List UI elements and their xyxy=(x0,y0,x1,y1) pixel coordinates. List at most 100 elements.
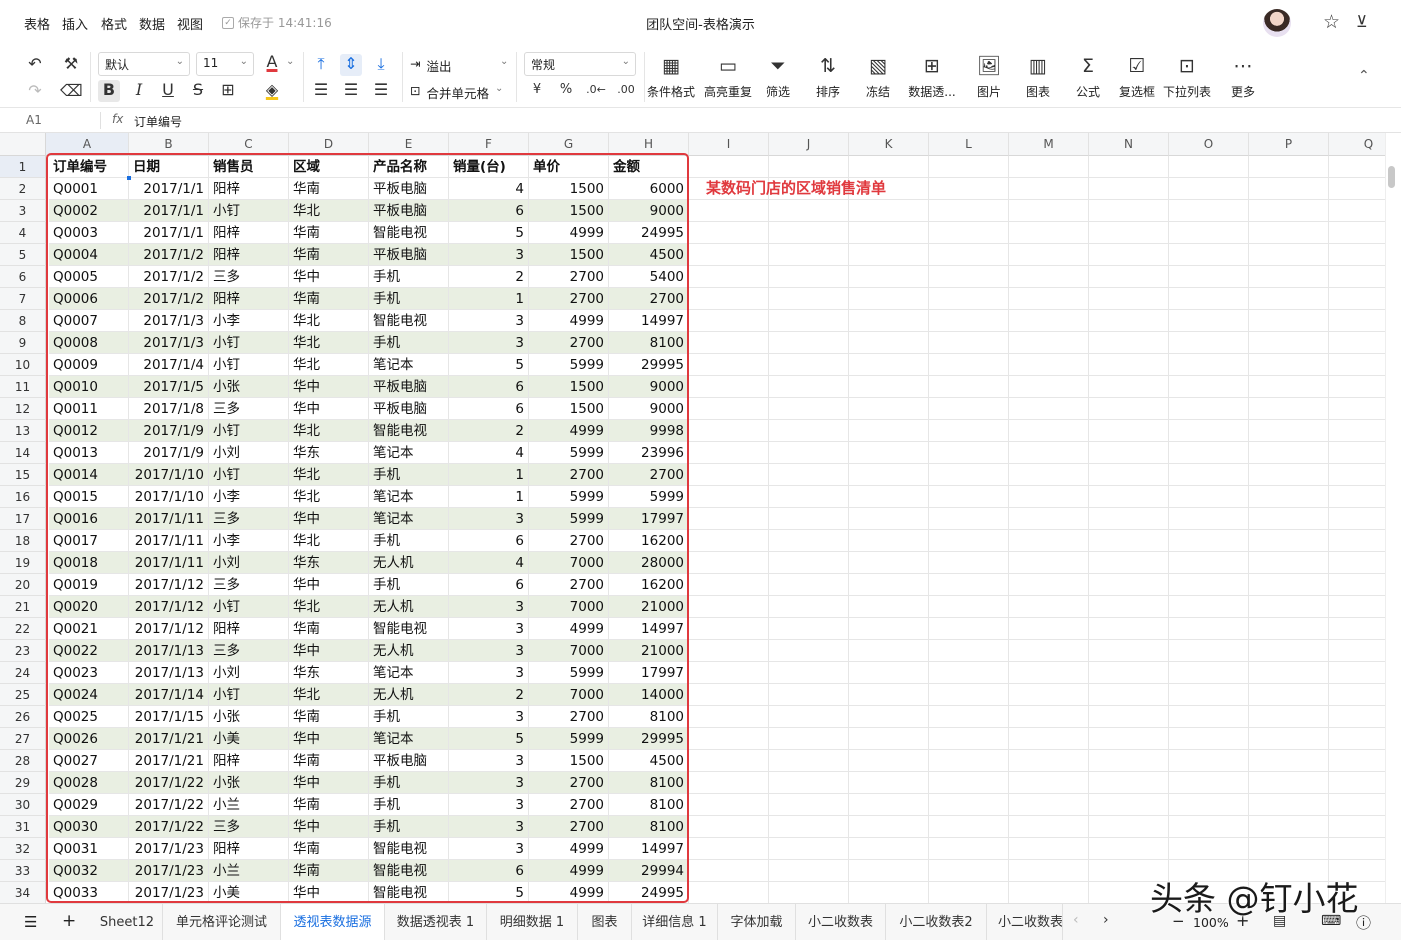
empty-cell[interactable] xyxy=(769,772,849,794)
empty-cell[interactable] xyxy=(1249,618,1329,640)
data-cell[interactable]: 2017/1/21 xyxy=(129,728,209,750)
empty-cell[interactable] xyxy=(1169,750,1249,772)
font-name-select[interactable]: 默认 ⌄ xyxy=(98,52,190,76)
data-cell[interactable]: 1500 xyxy=(529,750,609,772)
empty-cell[interactable] xyxy=(1329,222,1385,244)
empty-cell[interactable] xyxy=(1089,332,1169,354)
data-cell[interactable]: 无人机 xyxy=(369,552,449,574)
empty-cell[interactable] xyxy=(1329,706,1385,728)
data-cell[interactable]: Q0031 xyxy=(49,838,129,860)
data-cell[interactable]: Q0027 xyxy=(49,750,129,772)
empty-cell[interactable] xyxy=(689,420,769,442)
data-cell[interactable]: 华中 xyxy=(289,882,369,903)
empty-cell[interactable] xyxy=(929,838,1009,860)
empty-cell[interactable] xyxy=(1249,728,1329,750)
empty-cell[interactable] xyxy=(849,530,929,552)
empty-cell[interactable] xyxy=(1169,662,1249,684)
column-header-B[interactable]: B xyxy=(129,133,209,156)
row-header[interactable]: 13 xyxy=(0,420,46,442)
data-cell[interactable]: 7000 xyxy=(529,596,609,618)
data-cell[interactable]: 3 xyxy=(449,816,529,838)
data-cell[interactable]: 1500 xyxy=(529,200,609,222)
empty-cell[interactable] xyxy=(1089,376,1169,398)
empty-cell[interactable] xyxy=(689,486,769,508)
data-cell[interactable]: 手机 xyxy=(369,772,449,794)
empty-cell[interactable] xyxy=(929,772,1009,794)
empty-cell[interactable] xyxy=(769,332,849,354)
row-header[interactable]: 16 xyxy=(0,486,46,508)
data-cell[interactable]: 2017/1/2 xyxy=(129,288,209,310)
empty-cell[interactable] xyxy=(1249,574,1329,596)
empty-cell[interactable] xyxy=(849,640,929,662)
data-cell[interactable]: 手机 xyxy=(369,530,449,552)
empty-cell[interactable] xyxy=(1009,442,1089,464)
empty-cell[interactable] xyxy=(929,420,1009,442)
row-header[interactable]: 20 xyxy=(0,574,46,596)
data-cell[interactable]: Q0006 xyxy=(49,288,129,310)
data-cell[interactable]: 华中 xyxy=(289,816,369,838)
data-cell[interactable]: 智能电视 xyxy=(369,310,449,332)
empty-cell[interactable] xyxy=(929,354,1009,376)
empty-cell[interactable] xyxy=(929,376,1009,398)
empty-cell[interactable] xyxy=(1009,222,1089,244)
more-button[interactable]: ⋯ 更多 xyxy=(1216,54,1270,100)
data-cell[interactable]: 2017/1/10 xyxy=(129,464,209,486)
data-cell[interactable]: 2700 xyxy=(529,772,609,794)
empty-cell[interactable] xyxy=(689,354,769,376)
data-cell[interactable]: 2017/1/23 xyxy=(129,860,209,882)
empty-cell[interactable] xyxy=(849,596,929,618)
empty-cell[interactable] xyxy=(1169,398,1249,420)
data-cell[interactable]: Q0001 xyxy=(49,178,129,200)
empty-cell[interactable] xyxy=(1329,200,1385,222)
empty-cell[interactable] xyxy=(929,552,1009,574)
menu-data[interactable]: 数据 xyxy=(139,14,165,33)
empty-cell[interactable] xyxy=(929,288,1009,310)
empty-cell[interactable] xyxy=(1089,244,1169,266)
empty-cell[interactable] xyxy=(1329,530,1385,552)
data-cell[interactable]: 21000 xyxy=(609,596,689,618)
data-cell[interactable]: 4500 xyxy=(609,244,689,266)
data-cell[interactable]: Q0028 xyxy=(49,772,129,794)
column-header-L[interactable]: L xyxy=(929,133,1009,156)
empty-cell[interactable] xyxy=(929,816,1009,838)
data-cell[interactable]: 手机 xyxy=(369,332,449,354)
font-size-select[interactable]: 11 ⌄ xyxy=(196,52,254,76)
data-cell[interactable]: 阳梓 xyxy=(209,288,289,310)
empty-cell[interactable] xyxy=(1009,178,1089,200)
data-cell[interactable]: 小张 xyxy=(209,772,289,794)
empty-cell[interactable] xyxy=(1169,706,1249,728)
data-cell[interactable]: Q0023 xyxy=(49,662,129,684)
align-left-icon[interactable]: ☰ xyxy=(310,80,332,102)
data-cell[interactable]: 9000 xyxy=(609,398,689,420)
empty-cell[interactable] xyxy=(929,398,1009,420)
empty-cell[interactable] xyxy=(769,596,849,618)
data-cell[interactable]: Q0011 xyxy=(49,398,129,420)
empty-cell[interactable] xyxy=(849,288,929,310)
data-cell[interactable]: 2 xyxy=(449,420,529,442)
data-cell[interactable]: 2700 xyxy=(529,332,609,354)
data-cell[interactable]: 23996 xyxy=(609,442,689,464)
data-cell[interactable]: 2017/1/11 xyxy=(129,508,209,530)
data-cell[interactable]: Q0017 xyxy=(49,530,129,552)
empty-cell[interactable] xyxy=(929,860,1009,882)
data-cell[interactable]: 小张 xyxy=(209,376,289,398)
data-cell[interactable]: 阳梓 xyxy=(209,838,289,860)
sheet-tab[interactable]: Sheet12 xyxy=(92,904,163,940)
data-cell[interactable]: Q0021 xyxy=(49,618,129,640)
empty-cell[interactable] xyxy=(1249,200,1329,222)
row-header[interactable]: 28 xyxy=(0,750,46,772)
empty-cell[interactable] xyxy=(689,574,769,596)
empty-cell[interactable] xyxy=(1249,354,1329,376)
empty-cell[interactable] xyxy=(689,662,769,684)
row-header[interactable]: 12 xyxy=(0,398,46,420)
empty-cell[interactable] xyxy=(1009,486,1089,508)
data-cell[interactable]: 2017/1/1 xyxy=(129,222,209,244)
data-cell[interactable]: 小钉 xyxy=(209,464,289,486)
empty-cell[interactable] xyxy=(1089,838,1169,860)
empty-cell[interactable] xyxy=(849,552,929,574)
empty-cell[interactable] xyxy=(929,200,1009,222)
data-cell[interactable]: 华北 xyxy=(289,596,369,618)
data-cell[interactable]: Q0024 xyxy=(49,684,129,706)
strikethrough-icon[interactable]: S xyxy=(187,80,209,102)
data-cell[interactable]: 2017/1/9 xyxy=(129,442,209,464)
